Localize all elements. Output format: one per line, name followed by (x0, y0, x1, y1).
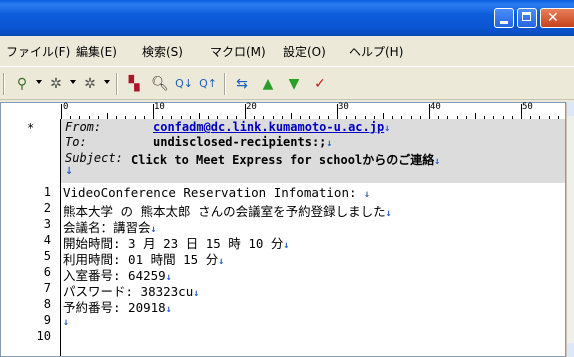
text-line: VideoConference Reservation Infomation: … (63, 185, 370, 200)
eol-icon: ↓ (364, 189, 371, 200)
menu-edit[interactable]: 編集(E) (76, 43, 117, 60)
find-prev-icon[interactable]: Q↑ (198, 74, 218, 94)
maximize-button[interactable] (517, 8, 537, 28)
ruler-mark: 50 (522, 102, 533, 112)
menu-settings[interactable]: 設定(O) (283, 43, 326, 60)
close-icon: ✕ (547, 10, 559, 26)
eol-icon: ↓ (384, 123, 391, 134)
ruler-mark: 10 (154, 102, 165, 112)
tag-icon[interactable]: ✲ (80, 74, 100, 94)
from-address-link[interactable]: confadm@dc.link.kumamoto-u.ac.jp (153, 120, 384, 134)
check-icon[interactable]: ✓ (310, 74, 330, 94)
line-number: 10 (36, 329, 51, 343)
line-number: 5 (43, 249, 51, 263)
ruler-tick (61, 104, 62, 119)
tag-icon[interactable]: ✲ (46, 74, 66, 94)
minimize-button[interactable] (494, 8, 514, 28)
find-next-icon[interactable]: Q↓ (174, 74, 194, 94)
down-arrow-icon[interactable]: ▼ (284, 74, 304, 94)
from-value: confadm@dc.link.kumamoto-u.ac.jp↓ (153, 120, 390, 134)
up-arrow-icon[interactable]: ▲ (258, 74, 278, 94)
eol-icon: ↓ (63, 317, 70, 328)
line-number: 9 (43, 313, 51, 327)
toolbar-grip (3, 73, 5, 95)
eol-icon: ↓ (193, 288, 200, 299)
eol-icon: ↓ (434, 156, 441, 167)
menu-search[interactable]: 検索(S) (142, 43, 183, 60)
ruler-tick (245, 104, 246, 119)
replace-icon[interactable]: ⇆ (232, 74, 252, 94)
chevron-down-icon[interactable] (36, 80, 42, 84)
text-line: ↓ (63, 313, 69, 328)
text-line-content: 予約番号: 20918 (63, 300, 166, 315)
ruler-tick (521, 104, 522, 119)
binoculars-icon[interactable]: ⚲ (12, 74, 32, 94)
mail-header: From: confadm@dc.link.kumamoto-u.ac.jp↓ … (61, 119, 565, 183)
bookmark-icon[interactable]: ▚ (124, 74, 144, 94)
ruler-tick (337, 104, 338, 119)
line-number: 6 (43, 265, 51, 279)
scroll-up-button[interactable] (567, 102, 574, 116)
header-marker: * (27, 121, 35, 135)
line-number: 8 (43, 297, 51, 311)
eol-icon: ↓ (65, 166, 74, 177)
eol-icon: ↓ (165, 304, 172, 315)
to-address: undisclosed-recipients:; (153, 135, 327, 149)
text-line: 予約番号: 20918↓ (63, 297, 172, 316)
chevron-down-icon[interactable] (104, 80, 110, 84)
menu-macro[interactable]: マクロ(M) (210, 43, 266, 60)
eol-icon: ↓ (326, 138, 333, 149)
magnifier-icon[interactable]: 🔍︎ (150, 74, 170, 94)
eol-icon: ↓ (218, 256, 225, 267)
eol-icon: ↓ (283, 240, 290, 251)
subject-label: Subject: (65, 151, 123, 165)
title-bar: ✕ (0, 0, 574, 36)
column-ruler: 0 10 20 30 40 50 (61, 102, 565, 120)
ruler-mark: 0 (63, 102, 69, 112)
ruler-tick (429, 104, 430, 119)
toolbar-separator (116, 73, 118, 95)
subject-text: Click to Meet Express for schoolからのご連絡 (131, 153, 435, 167)
menu-file[interactable]: ファイル(F) (6, 43, 70, 60)
chevron-down-icon[interactable] (70, 80, 76, 84)
eol-icon: ↓ (385, 208, 392, 219)
line-number: 7 (43, 281, 51, 295)
line-number: 3 (43, 217, 51, 231)
line-number: 1 (43, 185, 51, 199)
text-line-content: VideoConference Reservation Infomation: (63, 185, 365, 200)
toolbar-separator (224, 73, 226, 95)
ruler-mark: 40 (430, 102, 441, 112)
maximize-icon (522, 12, 531, 21)
line-number: 4 (43, 233, 51, 247)
editor-area[interactable]: 0 10 20 30 40 50 * From: confadm@dc.link… (0, 102, 566, 357)
minimize-icon (500, 21, 508, 24)
line-number: 2 (43, 201, 51, 215)
subject-value: Click to Meet Express for schoolからのご連絡↓ (131, 151, 440, 168)
menu-bar: ファイル(F) 編集(E) 検索(S) マクロ(M) 設定(O) ヘルプ(H) (0, 40, 574, 62)
ruler-mark: 30 (338, 102, 349, 112)
vertical-scrollbar[interactable] (566, 102, 574, 357)
to-label: To: (65, 135, 87, 149)
scroll-down-button[interactable] (567, 343, 574, 357)
ruler-tick (153, 104, 154, 119)
from-label: From: (65, 120, 102, 134)
menu-help[interactable]: ヘルプ(H) (349, 43, 403, 60)
to-value: undisclosed-recipients:;↓ (153, 135, 332, 149)
ruler-mark: 20 (246, 102, 257, 112)
toolbar: ⚲ ✲ ✲ ▚ 🔍︎ Q↓ Q↑ ⇆ ▲ ▼ ✓ (0, 66, 574, 100)
close-button[interactable]: ✕ (540, 8, 574, 28)
